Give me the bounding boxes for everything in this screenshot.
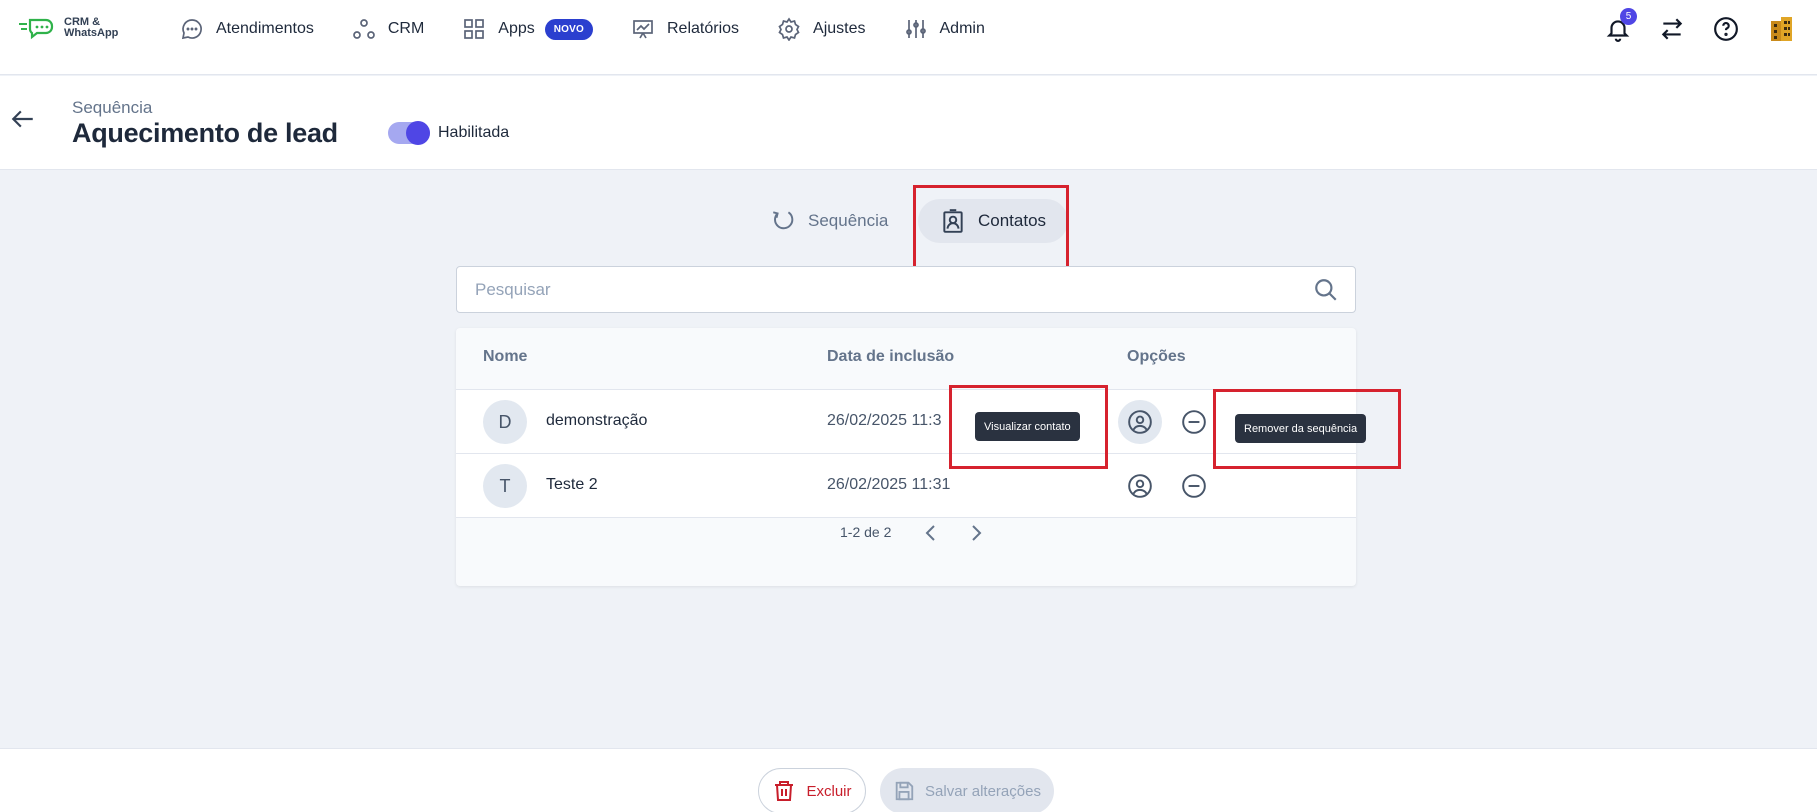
table-header: Nome Data de inclusão Opções: [456, 328, 1356, 390]
nav-label: Atendimentos: [216, 20, 314, 37]
user-circle-icon: [1128, 410, 1152, 434]
highlight-box-view-contact: [949, 385, 1108, 469]
main-nav: Atendimentos CRM Apps NOVO Relatórios Aj…: [180, 0, 1023, 58]
inclusion-date: 26/02/2025 11:3: [827, 412, 942, 429]
nav-item-atendimentos[interactable]: Atendimentos: [180, 17, 314, 41]
column-header-date: Data de inclusão: [827, 348, 955, 365]
tab-label: Sequência: [808, 211, 889, 230]
new-badge: NOVO: [544, 18, 593, 40]
highlight-box-remove-from-sequence: [1213, 389, 1401, 469]
nav-label: Relatórios: [667, 20, 740, 37]
highlight-box-contatos-tab: [913, 185, 1069, 269]
save-label: Salvar alterações: [925, 782, 1041, 800]
nav-item-ajustes[interactable]: Ajustes: [777, 17, 866, 41]
view-contact-button[interactable]: [1124, 470, 1156, 502]
delete-label: Excluir: [806, 782, 852, 800]
action-footer: Excluir Salvar alterações: [0, 748, 1817, 812]
nav-item-crm[interactable]: CRM: [352, 17, 424, 41]
gear-icon: [778, 17, 800, 41]
arrow-left-icon: [11, 110, 33, 128]
remove-from-sequence-button[interactable]: [1178, 470, 1210, 502]
column-header-options: Opções: [1127, 348, 1186, 365]
chat-bubble-icon: [181, 19, 202, 40]
avatar: T: [483, 464, 527, 508]
previous-page-button[interactable]: [919, 521, 943, 545]
pagination-count: 1-2 de 2: [840, 524, 892, 540]
notification-count-badge: 5: [1620, 8, 1637, 25]
floppy-disk-icon: [895, 781, 914, 801]
app-logo[interactable]: CRM & WhatsApp: [18, 16, 118, 40]
loop-arrows-icon: [773, 211, 794, 230]
company-building-icon[interactable]: [1767, 15, 1795, 43]
top-navigation-bar: CRM & WhatsApp Atendimentos CRM Apps NOV…: [0, 0, 1817, 75]
nav-label: Ajustes: [813, 20, 866, 37]
back-button[interactable]: [10, 106, 36, 132]
enabled-toggle[interactable]: [388, 121, 430, 145]
toggle-knob: [406, 121, 430, 145]
nav-item-admin[interactable]: Admin: [904, 17, 985, 41]
avatar: D: [483, 400, 527, 444]
logo-line-2: WhatsApp: [64, 27, 119, 39]
nodes-icon: [352, 19, 375, 39]
search-icon[interactable]: [1313, 277, 1339, 303]
question-circle-icon: [1714, 17, 1738, 41]
logo-text: CRM & WhatsApp: [64, 17, 118, 39]
switch-account-button[interactable]: [1659, 16, 1685, 42]
page-header: Sequência Aquecimento de lead Habilitada: [0, 76, 1817, 170]
contact-name: Teste 2: [546, 476, 598, 493]
save-changes-button[interactable]: Salvar alterações: [880, 768, 1054, 812]
swap-arrows-icon: [1661, 18, 1683, 40]
grid-icon: [464, 19, 485, 39]
top-right-actions: 5: [1577, 0, 1817, 58]
column-header-name: Nome: [483, 348, 528, 365]
nav-item-apps[interactable]: Apps NOVO: [462, 17, 593, 41]
sliders-icon: [905, 20, 926, 38]
delete-button[interactable]: Excluir: [758, 768, 866, 812]
tab-sequencia[interactable]: Sequência: [748, 199, 910, 243]
minus-circle-icon: [1182, 410, 1206, 434]
remove-from-sequence-button[interactable]: [1178, 406, 1210, 438]
whatsapp-crm-logo-icon: [18, 16, 58, 40]
notifications-button[interactable]: 5: [1605, 8, 1637, 42]
nav-item-relatorios[interactable]: Relatórios: [631, 17, 739, 41]
toggle-label: Habilitada: [438, 124, 510, 141]
page-title: Aquecimento de lead: [72, 118, 338, 148]
inclusion-date: 26/02/2025 11:31: [827, 476, 951, 493]
nav-label: Admin: [939, 20, 985, 37]
user-circle-icon: [1128, 474, 1152, 498]
nav-label: CRM: [387, 20, 425, 37]
trash-icon: [775, 781, 794, 801]
next-page-button[interactable]: [964, 521, 988, 545]
breadcrumb[interactable]: Sequência: [72, 98, 152, 118]
chevron-right-icon: [972, 525, 982, 541]
presentation-chart-icon: [633, 20, 653, 39]
search-input[interactable]: [457, 267, 1355, 312]
contact-name: demonstração: [546, 412, 648, 429]
nav-label: Apps: [498, 20, 535, 37]
minus-circle-icon: [1182, 474, 1206, 498]
help-button[interactable]: [1713, 16, 1739, 42]
pagination: 1-2 de 2: [456, 518, 1356, 548]
view-contact-button[interactable]: [1118, 400, 1162, 444]
search-box: [456, 266, 1356, 313]
chevron-left-icon: [925, 525, 935, 541]
